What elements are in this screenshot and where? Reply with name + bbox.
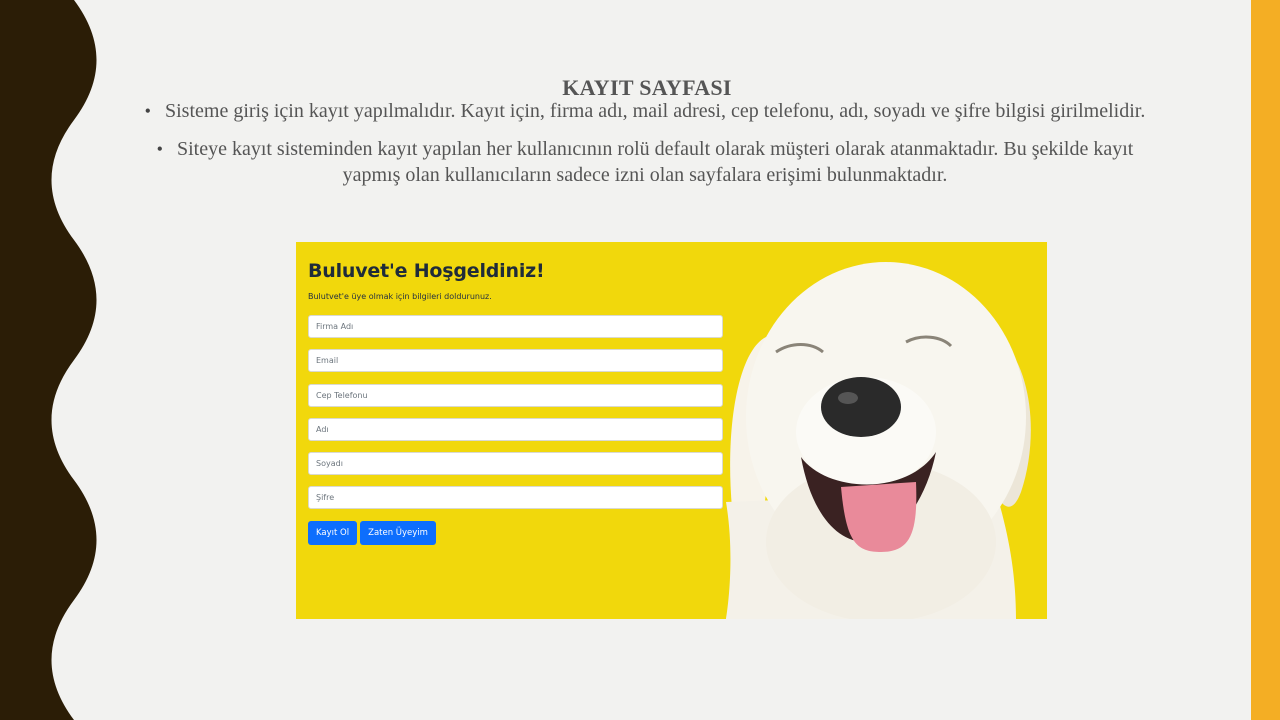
bullet-item: • Sisteme giriş için kayıt yapılmalıdır. … — [140, 98, 1150, 124]
bullet-list: • Sisteme giriş için kayıt yapılmalıdır. … — [140, 98, 1150, 200]
slide-title: KAYIT SAYFASI — [562, 74, 732, 100]
bullet-text: Sisteme giriş için kayıt yapılmalıdır. K… — [164, 100, 1146, 122]
welcome-subtext: Bulutvet'e üye olmak için bilgileri dold… — [308, 292, 492, 301]
accent-bar — [1251, 0, 1280, 720]
registration-page-screenshot: Buluvet'e Hoşgeldiniz! Bulutvet'e üye ol… — [296, 242, 1047, 619]
bullet-dot-icon: • — [156, 139, 163, 159]
decorative-wave-strip — [0, 0, 97, 720]
bullet-item: • Siteye kayıt sisteminden kayıt yapılan … — [140, 136, 1150, 188]
already-member-button[interactable]: Zaten Üyeyim — [360, 521, 436, 545]
last-name-field[interactable] — [308, 452, 723, 476]
company-name-field[interactable] — [308, 315, 723, 338]
welcome-heading: Buluvet'e Hoşgeldiniz! — [308, 260, 545, 282]
form-buttons: Kayıt Ol Zaten Üyeyim — [308, 521, 436, 545]
phone-field[interactable] — [308, 383, 723, 407]
password-field[interactable] — [308, 486, 723, 510]
first-name-field[interactable] — [308, 417, 723, 441]
register-button[interactable]: Kayıt Ol — [308, 521, 358, 545]
email-field[interactable] — [308, 349, 723, 373]
bullet-text: Siteye kayıt sisteminden kayıt yapılan h… — [176, 138, 1134, 186]
bullet-dot-icon: • — [144, 101, 151, 121]
registration-form — [308, 315, 723, 521]
